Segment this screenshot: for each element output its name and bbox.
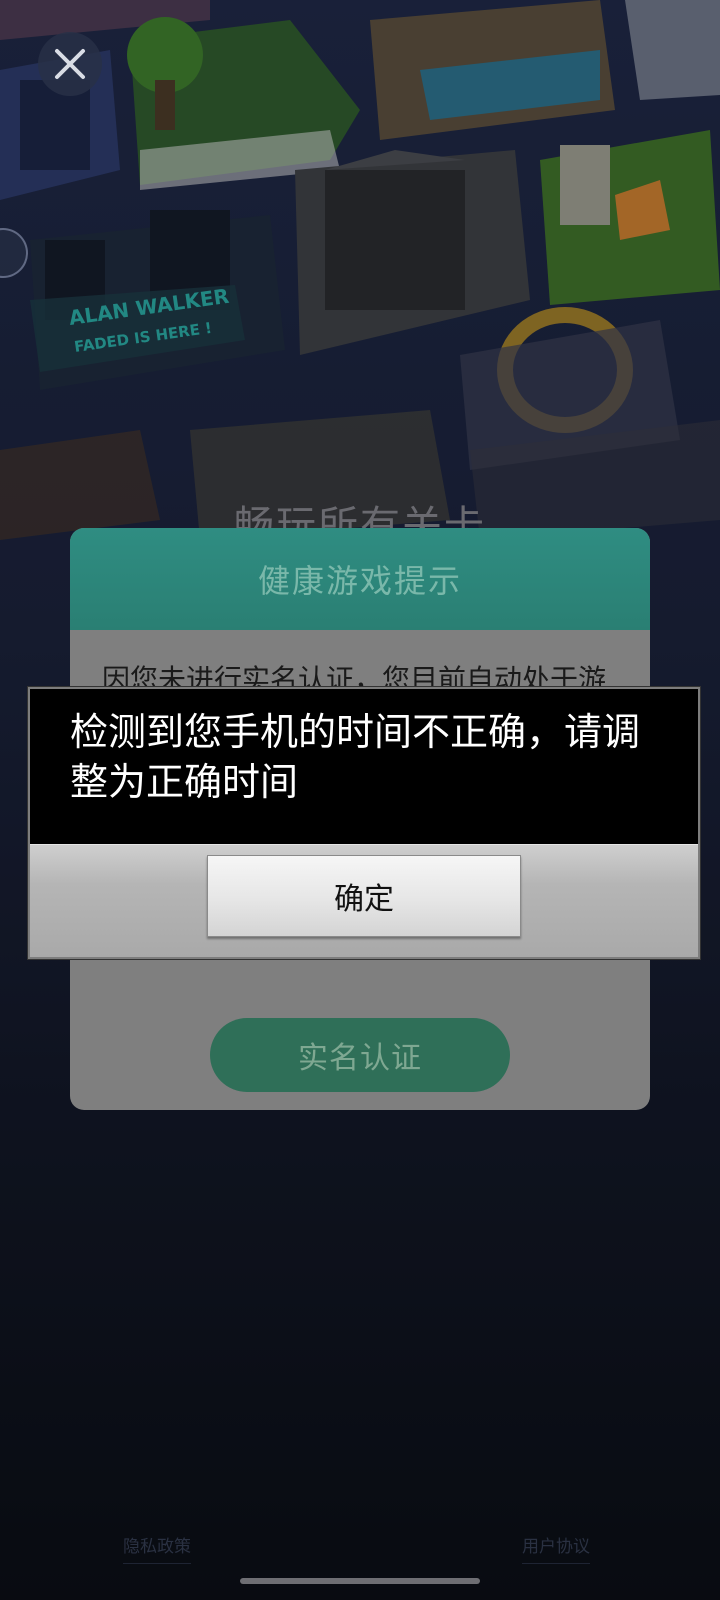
real-name-verify-button[interactable]: 实名认证 <box>210 1018 510 1092</box>
close-icon <box>55 49 85 79</box>
health-tip-header: 健康游戏提示 <box>70 528 650 630</box>
close-button[interactable] <box>38 32 102 96</box>
privacy-policy-link[interactable]: 隐私政策 <box>123 1532 191 1564</box>
home-indicator[interactable] <box>240 1578 480 1584</box>
confirm-button[interactable]: 确定 <box>207 855 521 937</box>
dialog-message: 检测到您手机的时间不正确，请调整为正确时间 <box>70 710 641 804</box>
health-tip-title: 健康游戏提示 <box>257 562 462 600</box>
time-error-dialog: 检测到您手机的时间不正确，请调整为正确时间 确定 <box>28 687 700 959</box>
screen: ALAN WALKER FADED IS HERE ! 畅玩所有关卡 健康游戏提… <box>0 0 720 1600</box>
user-agreement-link[interactable]: 用户协议 <box>522 1532 590 1564</box>
dialog-button-bar: 确定 <box>30 844 698 957</box>
